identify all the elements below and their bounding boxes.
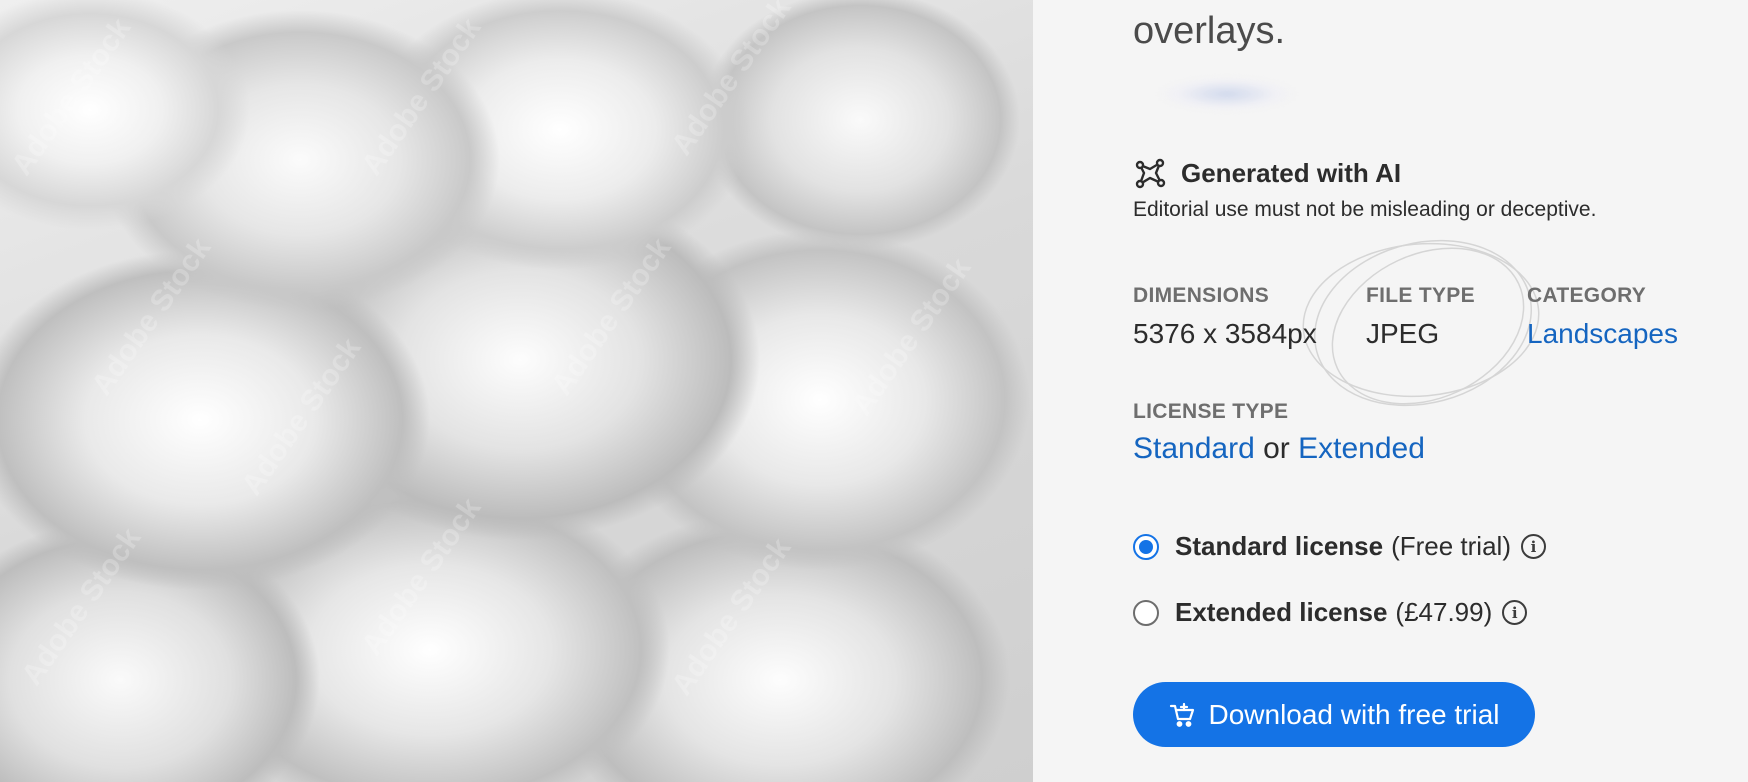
info-icon[interactable]: i (1520, 534, 1546, 559)
blurred-region (1117, 64, 1331, 136)
ai-usage-note: Editorial use must not be misleading or … (1133, 198, 1597, 221)
ai-generated-icon (1135, 158, 1166, 189)
page-title: overlays. (1133, 10, 1286, 52)
standard-license-radio[interactable] (1133, 533, 1159, 560)
extended-license-radio[interactable] (1133, 599, 1159, 626)
standard-license-detail: (Free trial) (1391, 531, 1511, 561)
dimensions-label: DIMENSIONS (1133, 284, 1270, 307)
info-icon[interactable]: i (1502, 600, 1528, 625)
extended-license-detail: (£47.99) (1395, 597, 1493, 627)
cart-add-icon (1170, 702, 1195, 727)
standard-license-title: Standard license (1175, 531, 1384, 561)
license-type-label: LICENSE TYPE (1133, 400, 1289, 423)
standard-license-link[interactable]: Standard (1133, 432, 1255, 465)
license-type-links: Standard or Extended (1133, 432, 1425, 466)
filetype-label: FILE TYPE (1366, 284, 1475, 307)
category-label: CATEGORY (1527, 284, 1647, 307)
download-button-label: Download with free trial (1208, 698, 1500, 730)
asset-details-panel: overlays. Generated with AI Editorial us… (1033, 0, 1748, 782)
standard-license-option[interactable]: Standard license (Free trial) i (1133, 531, 1546, 562)
watermark-text: Adobe Stock (235, 332, 368, 502)
stock-image-preview: Adobe Stock Adobe Stock Adobe Stock Adob… (0, 0, 1033, 782)
watermark-text: Adobe Stock (845, 252, 978, 422)
watermark-text: Adobe Stock (5, 12, 138, 182)
watermark-text: Adobe Stock (355, 492, 488, 662)
watermark-text: Adobe Stock (355, 12, 488, 182)
dimensions-value: 5376 x 3584px (1133, 318, 1317, 349)
filetype-value: JPEG (1366, 318, 1440, 349)
download-button[interactable]: Download with free trial (1133, 682, 1535, 747)
category-link[interactable]: Landscapes (1527, 318, 1678, 350)
watermark-text: Adobe Stock (665, 0, 798, 162)
license-joiner: or (1263, 432, 1290, 465)
watermark-text: Adobe Stock (15, 522, 148, 692)
watermark-text: Adobe Stock (665, 532, 798, 702)
extended-license-option[interactable]: Extended license (£47.99) i (1133, 597, 1528, 628)
watermark-text: Adobe Stock (85, 232, 218, 402)
ai-badge-title: Generated with AI (1181, 157, 1402, 188)
ai-badge: Generated with AI (1133, 156, 1401, 190)
extended-license-link[interactable]: Extended (1298, 432, 1425, 465)
extended-license-title: Extended license (1175, 597, 1388, 627)
watermark-text: Adobe Stock (545, 232, 678, 402)
